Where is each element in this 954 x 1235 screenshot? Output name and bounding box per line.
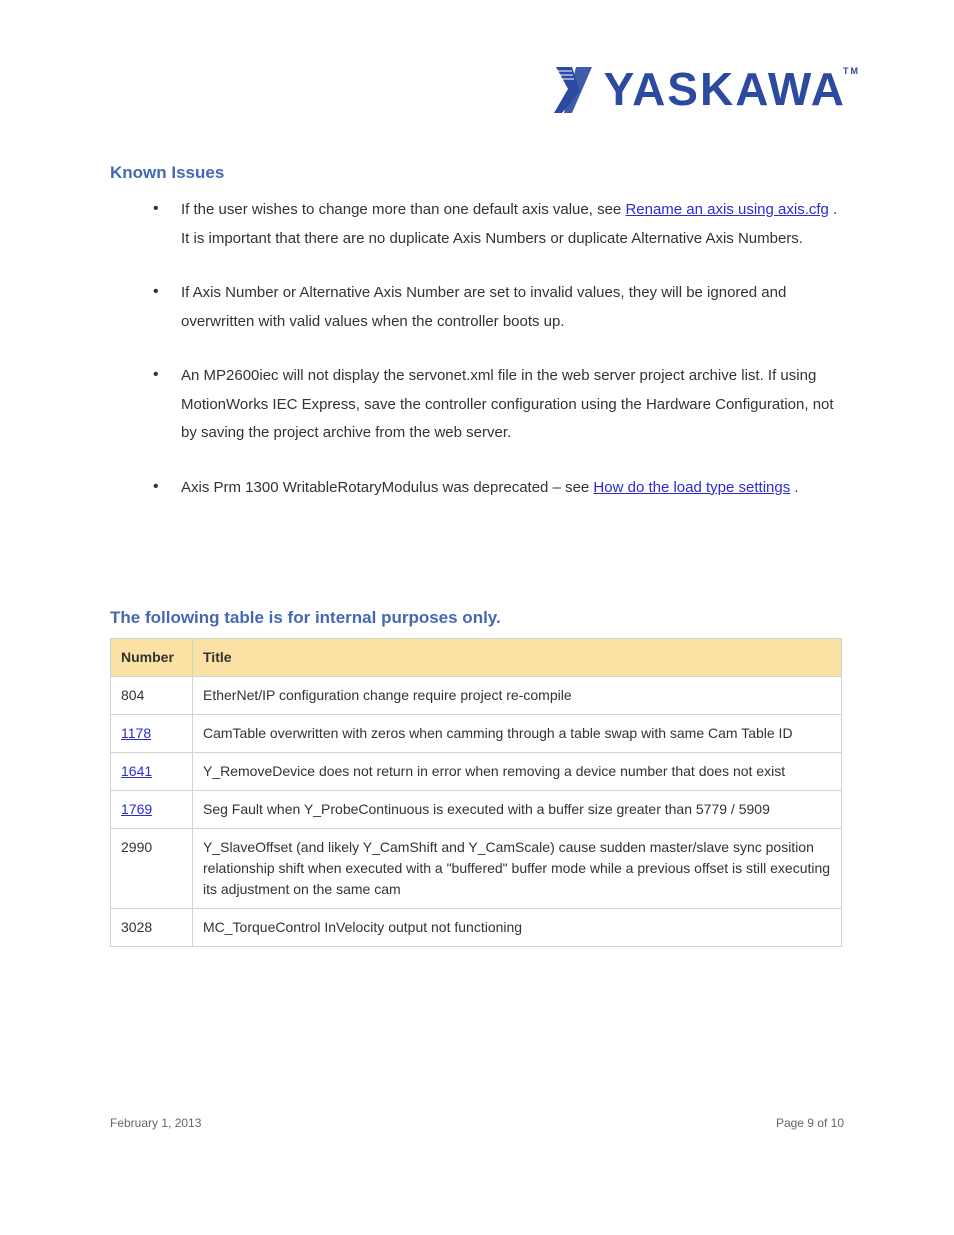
issue-number-link[interactable]: 1769 xyxy=(121,801,152,817)
list-text-pre: Axis Prm 1300 WritableRotaryModulus was … xyxy=(181,479,593,496)
load-type-link[interactable]: How do the load type settings xyxy=(593,479,790,496)
issue-title: Y_RemoveDevice does not return in error … xyxy=(193,753,842,791)
brand-logo: YASKAWA TM xyxy=(552,62,846,116)
col-header-number: Number xyxy=(111,639,193,677)
issue-number: 1178 xyxy=(111,715,193,753)
list-text-post: . xyxy=(794,479,798,496)
table-row: 804 EtherNet/IP configuration change req… xyxy=(111,677,842,715)
issue-number-link[interactable]: 1178 xyxy=(121,725,151,741)
issue-number: 2990 xyxy=(111,829,193,909)
footer-date: February 1, 2013 xyxy=(110,1116,201,1130)
logo-trademark: TM xyxy=(843,66,860,76)
known-issues-list: If the user wishes to change more than o… xyxy=(145,196,845,528)
issue-number: 1769 xyxy=(111,791,193,829)
list-text-pre: If the user wishes to change more than o… xyxy=(181,201,625,218)
issue-number-link[interactable]: 1641 xyxy=(121,763,152,779)
issue-number: 3028 xyxy=(111,909,193,947)
issue-title: Y_SlaveOffset (and likely Y_CamShift and… xyxy=(193,829,842,909)
logo-mark-icon xyxy=(552,65,598,113)
table-row: 1769 Seg Fault when Y_ProbeContinuous is… xyxy=(111,791,842,829)
list-text: An MP2600iec will not display the servon… xyxy=(181,367,834,441)
list-item: An MP2600iec will not display the servon… xyxy=(145,362,845,448)
logo-wordmark: YASKAWA xyxy=(604,63,846,115)
issue-number: 804 xyxy=(111,677,193,715)
known-issues-heading: Known Issues xyxy=(110,163,224,183)
issues-table: Number Title 804 EtherNet/IP configurati… xyxy=(110,638,842,947)
logo-text: YASKAWA TM xyxy=(604,62,846,116)
footer-page: Page 9 of 10 xyxy=(776,1116,844,1130)
issue-title: CamTable overwritten with zeros when cam… xyxy=(193,715,842,753)
issue-title: EtherNet/IP configuration change require… xyxy=(193,677,842,715)
list-item: Axis Prm 1300 WritableRotaryModulus was … xyxy=(145,474,845,503)
issue-number: 1641 xyxy=(111,753,193,791)
issue-title: Seg Fault when Y_ProbeContinuous is exec… xyxy=(193,791,842,829)
table-row: 1641 Y_RemoveDevice does not return in e… xyxy=(111,753,842,791)
axis-cfg-link[interactable]: Rename an axis using axis.cfg xyxy=(625,201,828,218)
table-row: 2990 Y_SlaveOffset (and likely Y_CamShif… xyxy=(111,829,842,909)
list-text: If Axis Number or Alternative Axis Numbe… xyxy=(181,284,786,330)
col-header-title: Title xyxy=(193,639,842,677)
internal-table-heading: The following table is for internal purp… xyxy=(110,608,501,628)
issue-title: MC_TorqueControl InVelocity output not f… xyxy=(193,909,842,947)
table-header-row: Number Title xyxy=(111,639,842,677)
table-row: 1178 CamTable overwritten with zeros whe… xyxy=(111,715,842,753)
table-row: 3028 MC_TorqueControl InVelocity output … xyxy=(111,909,842,947)
list-item: If the user wishes to change more than o… xyxy=(145,196,845,253)
list-item: If Axis Number or Alternative Axis Numbe… xyxy=(145,279,845,336)
